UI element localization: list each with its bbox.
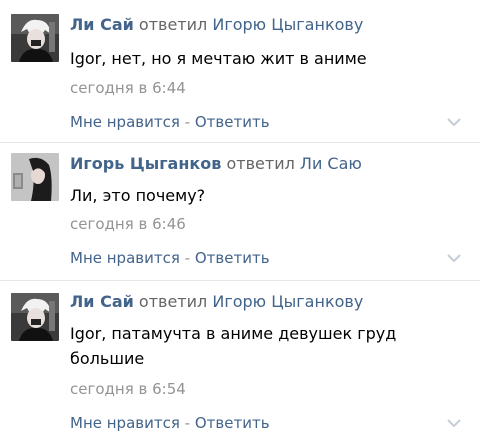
author-link[interactable]: Ли Сай	[70, 292, 134, 311]
action-separator: -	[184, 249, 191, 267]
comment-actions: Мне нравится - Ответить	[70, 413, 270, 433]
reply-target-link[interactable]: Игорю Цыганкову	[212, 292, 363, 311]
like-link[interactable]: Мне нравится	[70, 113, 180, 131]
chevron-down-icon[interactable]	[446, 117, 462, 127]
comment-timestamp[interactable]: сегодня в 6:54	[70, 379, 186, 399]
comment-item: Ли Сай ответил Игорю Цыганкову Igor, нет…	[0, 0, 480, 142]
like-link[interactable]: Мне нравится	[70, 414, 180, 432]
reply-verb: ответил	[138, 292, 208, 311]
comment-header: Игорь Цыганков ответил Ли Саю	[70, 154, 362, 174]
author-link[interactable]: Ли Сай	[70, 15, 134, 34]
reply-link[interactable]: Ответить	[195, 249, 270, 267]
reply-link[interactable]: Ответить	[195, 414, 270, 432]
comment-text: Igor, патамучта в аниме девушек груд бол…	[70, 324, 397, 368]
reply-verb: ответил	[138, 15, 208, 34]
comment-timestamp[interactable]: сегодня в 6:44	[70, 78, 186, 98]
comment-text: Ли, это почему?	[70, 186, 206, 205]
comment-actions: Мне нравится - Ответить	[70, 112, 270, 132]
comment-header: Ли Сай ответил Игорю Цыганкову	[70, 292, 363, 312]
reply-target-link[interactable]: Игорю Цыганкову	[212, 15, 363, 34]
comment-timestamp[interactable]: сегодня в 6:46	[70, 214, 186, 234]
comment-item: Игорь Цыганков ответил Ли Саю Ли, это по…	[0, 143, 480, 280]
avatar[interactable]	[11, 293, 59, 341]
reply-verb: ответил	[226, 154, 295, 173]
comment-actions: Мне нравится - Ответить	[70, 248, 270, 268]
chevron-down-icon[interactable]	[446, 253, 462, 263]
comment-item: Ли Сай ответил Игорю Цыганкову Igor, пат…	[0, 281, 480, 443]
reply-link[interactable]: Ответить	[195, 113, 270, 131]
reply-target-link[interactable]: Ли Саю	[300, 154, 362, 173]
author-link[interactable]: Игорь Цыганков	[70, 154, 221, 173]
avatar[interactable]	[11, 14, 59, 62]
comment-header: Ли Сай ответил Игорю Цыганкову	[70, 15, 363, 35]
chevron-down-icon[interactable]	[446, 418, 462, 428]
like-link[interactable]: Мне нравится	[70, 249, 180, 267]
action-separator: -	[184, 414, 191, 432]
comment-text: Igor, нет, но я мечтаю жит в аниме	[70, 49, 367, 68]
action-separator: -	[184, 113, 191, 131]
avatar[interactable]	[11, 153, 59, 201]
